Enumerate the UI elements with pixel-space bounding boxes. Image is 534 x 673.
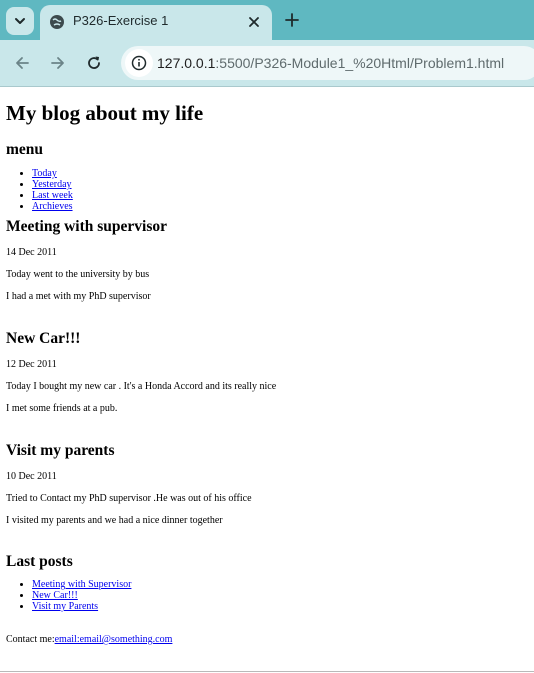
menu-item: Today xyxy=(32,168,526,179)
footer-divider xyxy=(0,671,534,672)
plus-icon xyxy=(285,13,299,27)
active-tab[interactable]: P326-Exercise 1 xyxy=(40,5,272,40)
address-bar[interactable]: 127.0.0.1:5500/P326-Module1_%20Html/Prob… xyxy=(121,46,534,80)
reload-button[interactable] xyxy=(83,52,105,74)
post-text: I had a met with my PhD supervisor xyxy=(6,291,151,302)
tab-search-button[interactable] xyxy=(6,7,34,35)
post-date: 12 Dec 2011 xyxy=(6,359,57,370)
blog-post: New Car!!! 12 Dec 2011 Today I bought my… xyxy=(6,329,526,415)
site-info-button[interactable] xyxy=(125,49,153,77)
menu-item: Yesterday xyxy=(32,179,526,190)
url-host: 127.0.0.1 xyxy=(157,55,216,71)
contact-label: Contact me: xyxy=(6,634,55,645)
close-icon xyxy=(249,17,259,27)
list-item: Meeting with Supervisor xyxy=(32,579,526,590)
back-button[interactable] xyxy=(11,52,33,74)
arrow-left-icon xyxy=(16,57,29,69)
menu-list: Today Yesterday Last week Archieves xyxy=(6,168,526,212)
last-posts-list: Meeting with Supervisor New Car!!! Visit… xyxy=(6,579,526,612)
post-title: New Car!!! xyxy=(6,330,81,347)
menu-link-today[interactable]: Today xyxy=(32,168,57,179)
post-text: Today I bought my new car . It's a Honda… xyxy=(6,381,277,392)
menu-link-yesterday[interactable]: Yesterday xyxy=(32,179,72,190)
reload-icon xyxy=(88,56,100,69)
tab-title: P326-Exercise 1 xyxy=(73,13,169,28)
tab-close-button[interactable] xyxy=(244,12,264,32)
globe-icon xyxy=(50,15,64,29)
post-text: I visited my parents and we had a nice d… xyxy=(6,515,223,526)
menu-heading: menu xyxy=(6,141,44,158)
last-post-link[interactable]: Visit my Parents xyxy=(32,601,98,612)
tab-strip: P326-Exercise 1 xyxy=(0,0,534,40)
contact-email-link[interactable]: email:email@something.com xyxy=(55,634,173,645)
browser-toolbar: 127.0.0.1:5500/P326-Module1_%20Html/Prob… xyxy=(0,40,534,86)
contact-line: Contact me:email:email@something.com xyxy=(6,634,526,646)
last-post-link[interactable]: Meeting with Supervisor xyxy=(32,579,131,590)
post-text: Tried to Contact my PhD supervisor .He w… xyxy=(6,493,252,504)
post-date: 10 Dec 2011 xyxy=(6,471,57,482)
menu-item: Archieves xyxy=(32,201,526,212)
url-path: :5500/P326-Module1_%20Html/Problem1.html xyxy=(215,55,505,71)
forward-button[interactable] xyxy=(47,52,69,74)
post-text: I met some friends at a pub. xyxy=(6,403,118,414)
arrow-right-icon xyxy=(51,57,64,69)
menu-item: Last week xyxy=(32,190,526,201)
menu-link-archieves[interactable]: Archieves xyxy=(32,201,73,212)
last-post-link[interactable]: New Car!!! xyxy=(32,590,78,601)
last-posts-heading: Last posts xyxy=(6,553,73,570)
post-title: Meeting with supervisor xyxy=(6,218,168,235)
post-text: Today went to the university by bus xyxy=(6,269,150,280)
chevron-down-icon xyxy=(15,18,25,24)
info-icon xyxy=(131,55,147,71)
page-content: My blog about my life menu Today Yesterd… xyxy=(6,87,526,646)
blog-post: Meeting with supervisor 14 Dec 2011 Toda… xyxy=(6,217,526,303)
menu-link-last-week[interactable]: Last week xyxy=(32,190,73,201)
list-item: Visit my Parents xyxy=(32,601,526,612)
post-title: Visit my parents xyxy=(6,442,115,459)
post-date: 14 Dec 2011 xyxy=(6,247,57,258)
new-tab-button[interactable] xyxy=(282,10,302,30)
list-item: New Car!!! xyxy=(32,590,526,601)
blog-post: Visit my parents 10 Dec 2011 Tried to Co… xyxy=(6,441,526,527)
page-title: My blog about my life xyxy=(6,101,204,125)
url-text: 127.0.0.1:5500/P326-Module1_%20Html/Prob… xyxy=(157,55,504,71)
